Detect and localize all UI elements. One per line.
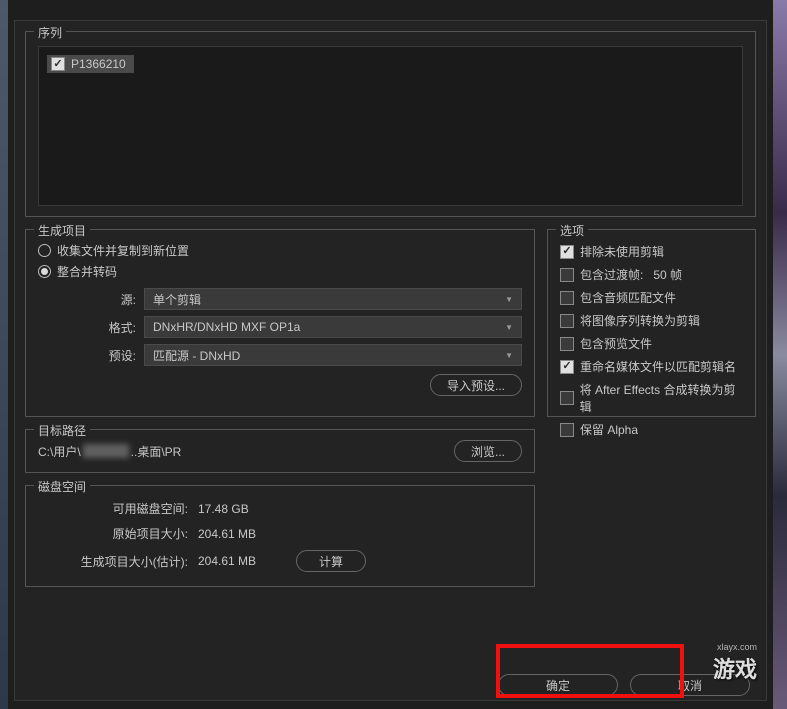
sequence-item-label: P1366210 bbox=[71, 57, 126, 71]
disk-available-value: 17.48 GB bbox=[198, 502, 249, 516]
disk-original-value: 204.61 MB bbox=[198, 527, 256, 541]
generate-legend: 生成项目 bbox=[34, 222, 90, 239]
option-checkbox[interactable] bbox=[560, 391, 574, 405]
radio-consolidate-row[interactable]: 整合并转码 bbox=[38, 261, 522, 282]
option-label: 将 After Effects 合成转换为剪辑 bbox=[580, 381, 743, 415]
browse-button[interactable]: 浏览... bbox=[454, 440, 522, 462]
option-label: 重命名媒体文件以匹配剪辑名 bbox=[580, 358, 736, 375]
option-checkbox[interactable] bbox=[560, 423, 574, 437]
disk-legend: 磁盘空间 bbox=[34, 478, 90, 495]
option-label: 包含过渡帧: bbox=[580, 266, 643, 283]
format-label: 格式: bbox=[38, 319, 136, 336]
source-dropdown[interactable]: 单个剪辑 ▼ bbox=[144, 288, 522, 310]
option-checkbox[interactable] bbox=[560, 291, 574, 305]
option-preserve-alpha[interactable]: 保留 Alpha bbox=[560, 418, 743, 441]
option-exclude-unused[interactable]: 排除未使用剪辑 bbox=[560, 240, 743, 263]
option-audio-conform[interactable]: 包含音频匹配文件 bbox=[560, 286, 743, 309]
chevron-down-icon: ▼ bbox=[505, 351, 513, 360]
option-checkbox[interactable] bbox=[560, 245, 574, 259]
preset-dropdown[interactable]: 匹配源 - DNxHD ▼ bbox=[144, 344, 522, 366]
chevron-down-icon: ▼ bbox=[505, 295, 513, 304]
sequence-fieldset: 序列 P1366210 bbox=[25, 31, 756, 217]
sequence-legend: 序列 bbox=[34, 24, 66, 41]
format-value: DNxHR/DNxHD MXF OP1a bbox=[153, 320, 300, 334]
radio-collect-label: 收集文件并复制到新位置 bbox=[57, 242, 189, 259]
options-legend: 选项 bbox=[556, 222, 588, 239]
radio-consolidate[interactable] bbox=[38, 265, 51, 278]
option-checkbox[interactable] bbox=[560, 337, 574, 351]
option-extra: 50 帧 bbox=[653, 266, 682, 283]
option-label: 保留 Alpha bbox=[580, 421, 638, 438]
path-suffix: ..桌面\PR bbox=[131, 443, 182, 460]
preset-label: 预设: bbox=[38, 347, 136, 364]
disk-available-label: 可用磁盘空间: bbox=[38, 500, 188, 517]
option-checkbox[interactable] bbox=[560, 314, 574, 328]
option-include-handles[interactable]: 包含过渡帧: 50 帧 bbox=[560, 263, 743, 286]
calculate-button[interactable]: 计算 bbox=[296, 550, 366, 572]
option-ae-comp[interactable]: 将 After Effects 合成转换为剪辑 bbox=[560, 378, 743, 418]
destination-path: C:\用户\ ..桌面\PR bbox=[38, 443, 444, 460]
destination-fieldset: 目标路径 C:\用户\ ..桌面\PR 浏览... bbox=[25, 429, 535, 473]
path-prefix: C:\用户\ bbox=[38, 443, 81, 460]
radio-collect-row[interactable]: 收集文件并复制到新位置 bbox=[38, 240, 522, 261]
option-image-sequence[interactable]: 将图像序列转换为剪辑 bbox=[560, 309, 743, 332]
source-label: 源: bbox=[38, 291, 136, 308]
option-label: 包含音频匹配文件 bbox=[580, 289, 676, 306]
disk-estimated-value: 204.61 MB bbox=[198, 554, 256, 568]
disk-original-label: 原始项目大小: bbox=[38, 525, 188, 542]
option-rename-media[interactable]: 重命名媒体文件以匹配剪辑名 bbox=[560, 355, 743, 378]
sequence-item-checkbox[interactable] bbox=[51, 57, 65, 71]
disk-estimated-label: 生成项目大小(估计): bbox=[38, 553, 188, 570]
option-label: 包含预览文件 bbox=[580, 335, 652, 352]
radio-collect[interactable] bbox=[38, 244, 51, 257]
cancel-button[interactable]: 取消 bbox=[630, 674, 750, 696]
project-manager-dialog: 序列 P1366210 生成项目 收集文件并复制到新位置 整合并转码 bbox=[14, 20, 767, 701]
path-redacted bbox=[83, 444, 129, 458]
disk-space-fieldset: 磁盘空间 可用磁盘空间: 17.48 GB 原始项目大小: 204.61 MB … bbox=[25, 485, 535, 587]
option-preview-files[interactable]: 包含预览文件 bbox=[560, 332, 743, 355]
ok-button[interactable]: 确定 bbox=[498, 674, 618, 696]
generate-fieldset: 生成项目 收集文件并复制到新位置 整合并转码 源: 单个剪辑 ▼ bbox=[25, 229, 535, 417]
destination-legend: 目标路径 bbox=[34, 422, 90, 439]
option-checkbox[interactable] bbox=[560, 268, 574, 282]
sequence-list[interactable]: P1366210 bbox=[38, 46, 743, 206]
option-checkbox[interactable] bbox=[560, 360, 574, 374]
options-fieldset: 选项 排除未使用剪辑 包含过渡帧: 50 帧 包含音频匹配文件 将图像序列转换为… bbox=[547, 229, 756, 417]
format-dropdown[interactable]: DNxHR/DNxHD MXF OP1a ▼ bbox=[144, 316, 522, 338]
import-preset-button[interactable]: 导入预设... bbox=[430, 374, 522, 396]
option-label: 将图像序列转换为剪辑 bbox=[580, 312, 700, 329]
option-label: 排除未使用剪辑 bbox=[580, 243, 664, 260]
chevron-down-icon: ▼ bbox=[505, 323, 513, 332]
preset-value: 匹配源 - DNxHD bbox=[153, 347, 240, 364]
sequence-item[interactable]: P1366210 bbox=[47, 55, 134, 73]
source-value: 单个剪辑 bbox=[153, 291, 201, 308]
radio-consolidate-label: 整合并转码 bbox=[57, 263, 117, 280]
dialog-footer: 确定 取消 bbox=[15, 674, 766, 696]
